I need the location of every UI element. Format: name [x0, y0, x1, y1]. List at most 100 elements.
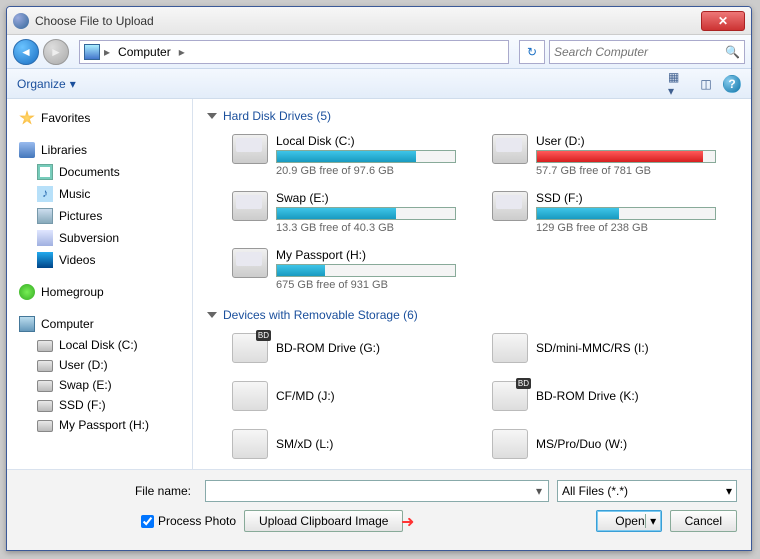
back-button[interactable]: ◄: [13, 39, 39, 65]
drive-icon: [37, 420, 53, 432]
chevron-down-icon: [207, 312, 217, 318]
drive-name: User (D:): [536, 134, 716, 148]
capacity-bar: [536, 150, 716, 163]
device-icon: [232, 381, 268, 411]
organize-menu[interactable]: Organize ▾: [17, 77, 76, 91]
sidebar-drive-c[interactable]: Local Disk (C:): [7, 335, 192, 355]
drive-name: My Passport (H:): [276, 248, 456, 262]
capacity-bar: [276, 264, 456, 277]
drive-item[interactable]: Swap (E:)13.3 GB free of 40.3 GB: [229, 188, 459, 237]
preview-pane-button[interactable]: ◫: [695, 74, 717, 94]
libraries-icon: [19, 142, 35, 158]
sidebar-item-videos[interactable]: Videos: [7, 249, 192, 271]
drive-item[interactable]: User (D:) 57.7 GB free of 781 GB: [489, 131, 719, 180]
device-name: BD-ROM Drive (K:): [536, 389, 639, 403]
drive-name: Local Disk (C:): [276, 134, 456, 148]
chevron-down-icon: ▾: [726, 484, 732, 498]
videos-icon: [37, 252, 53, 268]
removable-item[interactable]: BD-ROM Drive (G:): [229, 330, 459, 366]
drive-free-text: 57.7 GB free of 781 GB: [536, 165, 716, 177]
drive-icon: [492, 191, 528, 221]
process-photo-checkbox[interactable]: Process Photo: [141, 514, 236, 528]
file-dialog-window: Choose File to Upload ✕ ◄ ► ▸ Computer ▸…: [6, 6, 752, 551]
filename-combo[interactable]: ▾: [205, 480, 549, 502]
sidebar-item-pictures[interactable]: Pictures: [7, 205, 192, 227]
process-photo-input[interactable]: [141, 515, 154, 528]
drive-icon: [232, 191, 268, 221]
device-icon: [492, 333, 528, 363]
upload-clipboard-button[interactable]: Upload Clipboard Image: [244, 510, 403, 532]
capacity-bar: [536, 207, 716, 220]
search-icon: 🔍: [725, 45, 740, 59]
titlebar: Choose File to Upload ✕: [7, 7, 751, 35]
document-icon: [37, 164, 53, 180]
removable-item[interactable]: BD-ROM Drive (K:): [489, 378, 719, 414]
section-removable-storage[interactable]: Devices with Removable Storage (6): [207, 308, 737, 322]
pictures-icon: [37, 208, 53, 224]
dialog-body: Favorites Libraries Documents ♪Music Pic…: [7, 99, 751, 469]
drive-icon: [232, 248, 268, 278]
removable-item[interactable]: MS/Pro/Duo (W:): [489, 426, 719, 462]
sidebar-homegroup[interactable]: Homegroup: [7, 281, 192, 303]
device-icon: [492, 381, 528, 411]
help-button[interactable]: ?: [723, 75, 741, 93]
chevron-down-icon: [207, 113, 217, 119]
drive-free-text: 20.9 GB free of 97.6 GB: [276, 165, 456, 177]
view-options-button[interactable]: ▦ ▾: [667, 74, 689, 94]
annotation-arrow-icon: ➜: [401, 512, 414, 532]
homegroup-icon: [19, 284, 35, 300]
cancel-button[interactable]: Cancel: [670, 510, 737, 532]
device-name: MS/Pro/Duo (W:): [536, 437, 627, 451]
open-dropdown[interactable]: ▾: [645, 514, 661, 528]
search-box[interactable]: 🔍: [549, 40, 745, 64]
breadcrumb-computer[interactable]: Computer: [114, 45, 175, 59]
filename-label: File name:: [21, 484, 197, 498]
drive-icon: [492, 134, 528, 164]
close-button[interactable]: ✕: [701, 11, 745, 31]
device-name: SM/xD (L:): [276, 437, 333, 451]
filetype-filter[interactable]: All Files (*.*) ▾: [557, 480, 737, 502]
sidebar-item-subversion[interactable]: Subversion: [7, 227, 192, 249]
sidebar-favorites[interactable]: Favorites: [7, 107, 192, 129]
drive-icon: [37, 360, 53, 372]
sidebar-item-documents[interactable]: Documents: [7, 161, 192, 183]
sidebar-computer[interactable]: Computer: [7, 313, 192, 335]
sidebar-libraries[interactable]: Libraries: [7, 139, 192, 161]
capacity-bar: [276, 207, 456, 220]
removable-item[interactable]: CF/MD (J:): [229, 378, 459, 414]
device-name: SD/mini-MMC/RS (I:): [536, 341, 649, 355]
navigation-bar: ◄ ► ▸ Computer ▸ ↻ 🔍: [7, 35, 751, 69]
app-icon: [13, 13, 29, 29]
refresh-button[interactable]: ↻: [519, 40, 545, 64]
chevron-down-icon: ▾: [70, 77, 76, 91]
open-button[interactable]: Open ▾: [596, 510, 661, 532]
subversion-icon: [37, 230, 53, 246]
drive-item[interactable]: SSD (F:)129 GB free of 238 GB: [489, 188, 719, 237]
chevron-right-icon[interactable]: ▸: [177, 45, 187, 59]
sidebar-drive-h[interactable]: My Passport (H:): [7, 415, 192, 435]
sidebar-item-music[interactable]: ♪Music: [7, 183, 192, 205]
sidebar-drive-d[interactable]: User (D:): [7, 355, 192, 375]
drive-icon: [37, 340, 53, 352]
navigation-sidebar: Favorites Libraries Documents ♪Music Pic…: [7, 99, 193, 469]
forward-button[interactable]: ►: [43, 39, 69, 65]
window-title: Choose File to Upload: [35, 14, 701, 28]
drive-icon: [232, 134, 268, 164]
filename-input[interactable]: [206, 484, 530, 498]
hdd-grid: Local Disk (C:) 20.9 GB free of 97.6 GB Us…: [229, 131, 737, 294]
drive-item[interactable]: My Passport (H:)675 GB free of 931 GB: [229, 245, 459, 294]
section-hard-disk-drives[interactable]: Hard Disk Drives (5): [207, 109, 737, 123]
chevron-down-icon[interactable]: ▾: [530, 484, 548, 498]
search-input[interactable]: [554, 45, 725, 59]
device-icon: [232, 333, 268, 363]
chevron-right-icon[interactable]: ▸: [102, 45, 112, 59]
removable-item[interactable]: SM/xD (L:): [229, 426, 459, 462]
music-icon: ♪: [37, 186, 53, 202]
drive-free-text: 129 GB free of 238 GB: [536, 222, 716, 234]
sidebar-drive-e[interactable]: Swap (E:): [7, 375, 192, 395]
removable-item[interactable]: SD/mini-MMC/RS (I:): [489, 330, 719, 366]
drive-item[interactable]: Local Disk (C:) 20.9 GB free of 97.6 GB: [229, 131, 459, 180]
sidebar-drive-f[interactable]: SSD (F:): [7, 395, 192, 415]
device-icon: [232, 429, 268, 459]
breadcrumb[interactable]: ▸ Computer ▸: [79, 40, 509, 64]
